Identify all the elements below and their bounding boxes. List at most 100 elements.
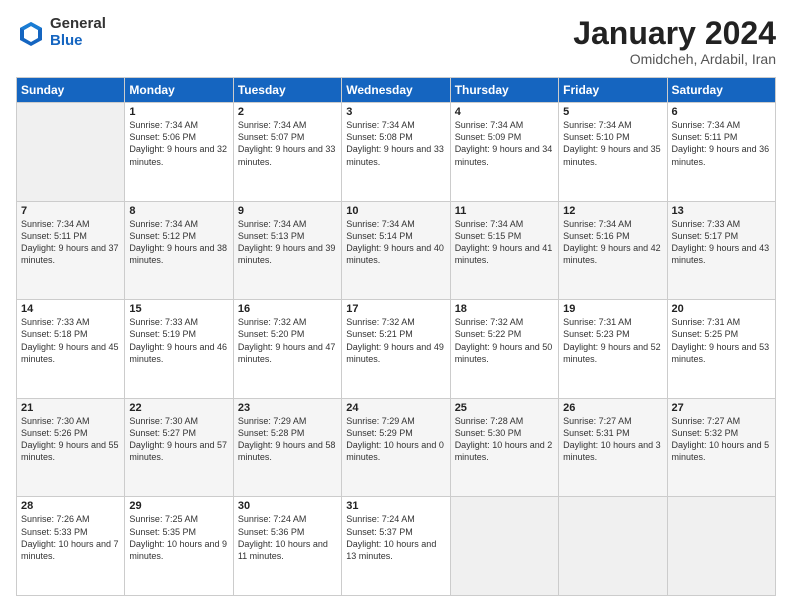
day-number: 3 xyxy=(346,106,445,118)
day-number: 20 xyxy=(672,303,771,315)
logo-icon xyxy=(16,18,46,48)
day-info: Sunrise: 7:34 AMSunset: 5:13 PMDaylight:… xyxy=(238,219,336,265)
day-number: 31 xyxy=(346,500,445,512)
day-info: Sunrise: 7:34 AMSunset: 5:11 PMDaylight:… xyxy=(21,219,119,265)
calendar-cell: 23 Sunrise: 7:29 AMSunset: 5:28 PMDaylig… xyxy=(233,398,341,497)
day-info: Sunrise: 7:34 AMSunset: 5:16 PMDaylight:… xyxy=(563,219,661,265)
header-friday: Friday xyxy=(559,78,667,103)
calendar-cell: 14 Sunrise: 7:33 AMSunset: 5:18 PMDaylig… xyxy=(17,300,125,399)
day-number: 22 xyxy=(129,402,228,414)
calendar-cell xyxy=(559,497,667,596)
header-tuesday: Tuesday xyxy=(233,78,341,103)
day-number: 15 xyxy=(129,303,228,315)
calendar-cell: 22 Sunrise: 7:30 AMSunset: 5:27 PMDaylig… xyxy=(125,398,233,497)
calendar-cell: 28 Sunrise: 7:26 AMSunset: 5:33 PMDaylig… xyxy=(17,497,125,596)
day-number: 28 xyxy=(21,500,120,512)
day-number: 4 xyxy=(455,106,554,118)
day-info: Sunrise: 7:24 AMSunset: 5:37 PMDaylight:… xyxy=(346,514,436,560)
calendar-cell: 24 Sunrise: 7:29 AMSunset: 5:29 PMDaylig… xyxy=(342,398,450,497)
calendar-cell: 29 Sunrise: 7:25 AMSunset: 5:35 PMDaylig… xyxy=(125,497,233,596)
day-info: Sunrise: 7:27 AMSunset: 5:32 PMDaylight:… xyxy=(672,416,770,462)
day-number: 2 xyxy=(238,106,337,118)
day-number: 13 xyxy=(672,205,771,217)
calendar-cell: 2 Sunrise: 7:34 AMSunset: 5:07 PMDayligh… xyxy=(233,103,341,202)
day-number: 24 xyxy=(346,402,445,414)
day-info: Sunrise: 7:32 AMSunset: 5:20 PMDaylight:… xyxy=(238,317,336,363)
header: General Blue January 2024 Omidcheh, Arda… xyxy=(16,16,776,67)
day-number: 1 xyxy=(129,106,228,118)
day-number: 23 xyxy=(238,402,337,414)
day-info: Sunrise: 7:33 AMSunset: 5:17 PMDaylight:… xyxy=(672,219,770,265)
header-wednesday: Wednesday xyxy=(342,78,450,103)
day-info: Sunrise: 7:33 AMSunset: 5:18 PMDaylight:… xyxy=(21,317,119,363)
calendar-cell: 10 Sunrise: 7:34 AMSunset: 5:14 PMDaylig… xyxy=(342,201,450,300)
calendar-cell: 27 Sunrise: 7:27 AMSunset: 5:32 PMDaylig… xyxy=(667,398,775,497)
calendar-cell: 17 Sunrise: 7:32 AMSunset: 5:21 PMDaylig… xyxy=(342,300,450,399)
calendar-cell: 31 Sunrise: 7:24 AMSunset: 5:37 PMDaylig… xyxy=(342,497,450,596)
day-number: 9 xyxy=(238,205,337,217)
calendar-cell: 20 Sunrise: 7:31 AMSunset: 5:25 PMDaylig… xyxy=(667,300,775,399)
calendar-cell: 19 Sunrise: 7:31 AMSunset: 5:23 PMDaylig… xyxy=(559,300,667,399)
day-info: Sunrise: 7:29 AMSunset: 5:29 PMDaylight:… xyxy=(346,416,444,462)
day-info: Sunrise: 7:31 AMSunset: 5:25 PMDaylight:… xyxy=(672,317,770,363)
day-number: 30 xyxy=(238,500,337,512)
calendar-week-3: 14 Sunrise: 7:33 AMSunset: 5:18 PMDaylig… xyxy=(17,300,776,399)
day-info: Sunrise: 7:30 AMSunset: 5:27 PMDaylight:… xyxy=(129,416,227,462)
day-number: 18 xyxy=(455,303,554,315)
title-location: Omidcheh, Ardabil, Iran xyxy=(573,51,776,67)
title-block: January 2024 Omidcheh, Ardabil, Iran xyxy=(573,16,776,67)
title-month: January 2024 xyxy=(573,16,776,51)
day-info: Sunrise: 7:32 AMSunset: 5:22 PMDaylight:… xyxy=(455,317,553,363)
calendar-table: Sunday Monday Tuesday Wednesday Thursday… xyxy=(16,77,776,596)
logo-general-text: General xyxy=(50,16,106,33)
day-number: 25 xyxy=(455,402,554,414)
day-number: 11 xyxy=(455,205,554,217)
calendar-cell: 1 Sunrise: 7:34 AMSunset: 5:06 PMDayligh… xyxy=(125,103,233,202)
day-info: Sunrise: 7:34 AMSunset: 5:06 PMDaylight:… xyxy=(129,120,227,166)
calendar-cell: 12 Sunrise: 7:34 AMSunset: 5:16 PMDaylig… xyxy=(559,201,667,300)
header-monday: Monday xyxy=(125,78,233,103)
calendar-cell: 3 Sunrise: 7:34 AMSunset: 5:08 PMDayligh… xyxy=(342,103,450,202)
calendar-cell: 25 Sunrise: 7:28 AMSunset: 5:30 PMDaylig… xyxy=(450,398,558,497)
calendar-cell xyxy=(17,103,125,202)
calendar-cell: 9 Sunrise: 7:34 AMSunset: 5:13 PMDayligh… xyxy=(233,201,341,300)
day-number: 6 xyxy=(672,106,771,118)
header-thursday: Thursday xyxy=(450,78,558,103)
day-info: Sunrise: 7:34 AMSunset: 5:14 PMDaylight:… xyxy=(346,219,444,265)
day-number: 12 xyxy=(563,205,662,217)
header-saturday: Saturday xyxy=(667,78,775,103)
day-number: 5 xyxy=(563,106,662,118)
calendar-cell: 15 Sunrise: 7:33 AMSunset: 5:19 PMDaylig… xyxy=(125,300,233,399)
day-number: 16 xyxy=(238,303,337,315)
calendar-cell xyxy=(667,497,775,596)
calendar-cell: 8 Sunrise: 7:34 AMSunset: 5:12 PMDayligh… xyxy=(125,201,233,300)
calendar-week-5: 28 Sunrise: 7:26 AMSunset: 5:33 PMDaylig… xyxy=(17,497,776,596)
logo: General Blue xyxy=(16,16,106,49)
day-number: 26 xyxy=(563,402,662,414)
logo-text: General Blue xyxy=(50,16,106,49)
day-info: Sunrise: 7:25 AMSunset: 5:35 PMDaylight:… xyxy=(129,514,227,560)
day-number: 29 xyxy=(129,500,228,512)
calendar-cell: 30 Sunrise: 7:24 AMSunset: 5:36 PMDaylig… xyxy=(233,497,341,596)
calendar-cell: 4 Sunrise: 7:34 AMSunset: 5:09 PMDayligh… xyxy=(450,103,558,202)
day-info: Sunrise: 7:24 AMSunset: 5:36 PMDaylight:… xyxy=(238,514,328,560)
calendar-cell: 6 Sunrise: 7:34 AMSunset: 5:11 PMDayligh… xyxy=(667,103,775,202)
calendar-cell: 26 Sunrise: 7:27 AMSunset: 5:31 PMDaylig… xyxy=(559,398,667,497)
day-number: 27 xyxy=(672,402,771,414)
calendar-cell: 21 Sunrise: 7:30 AMSunset: 5:26 PMDaylig… xyxy=(17,398,125,497)
calendar-cell: 13 Sunrise: 7:33 AMSunset: 5:17 PMDaylig… xyxy=(667,201,775,300)
logo-blue-text: Blue xyxy=(50,33,106,50)
day-number: 14 xyxy=(21,303,120,315)
calendar-cell: 5 Sunrise: 7:34 AMSunset: 5:10 PMDayligh… xyxy=(559,103,667,202)
day-info: Sunrise: 7:31 AMSunset: 5:23 PMDaylight:… xyxy=(563,317,661,363)
day-info: Sunrise: 7:34 AMSunset: 5:08 PMDaylight:… xyxy=(346,120,444,166)
day-number: 19 xyxy=(563,303,662,315)
day-info: Sunrise: 7:32 AMSunset: 5:21 PMDaylight:… xyxy=(346,317,444,363)
day-info: Sunrise: 7:34 AMSunset: 5:15 PMDaylight:… xyxy=(455,219,553,265)
day-number: 7 xyxy=(21,205,120,217)
day-info: Sunrise: 7:34 AMSunset: 5:10 PMDaylight:… xyxy=(563,120,661,166)
day-number: 21 xyxy=(21,402,120,414)
day-info: Sunrise: 7:33 AMSunset: 5:19 PMDaylight:… xyxy=(129,317,227,363)
day-info: Sunrise: 7:29 AMSunset: 5:28 PMDaylight:… xyxy=(238,416,336,462)
calendar-cell: 11 Sunrise: 7:34 AMSunset: 5:15 PMDaylig… xyxy=(450,201,558,300)
